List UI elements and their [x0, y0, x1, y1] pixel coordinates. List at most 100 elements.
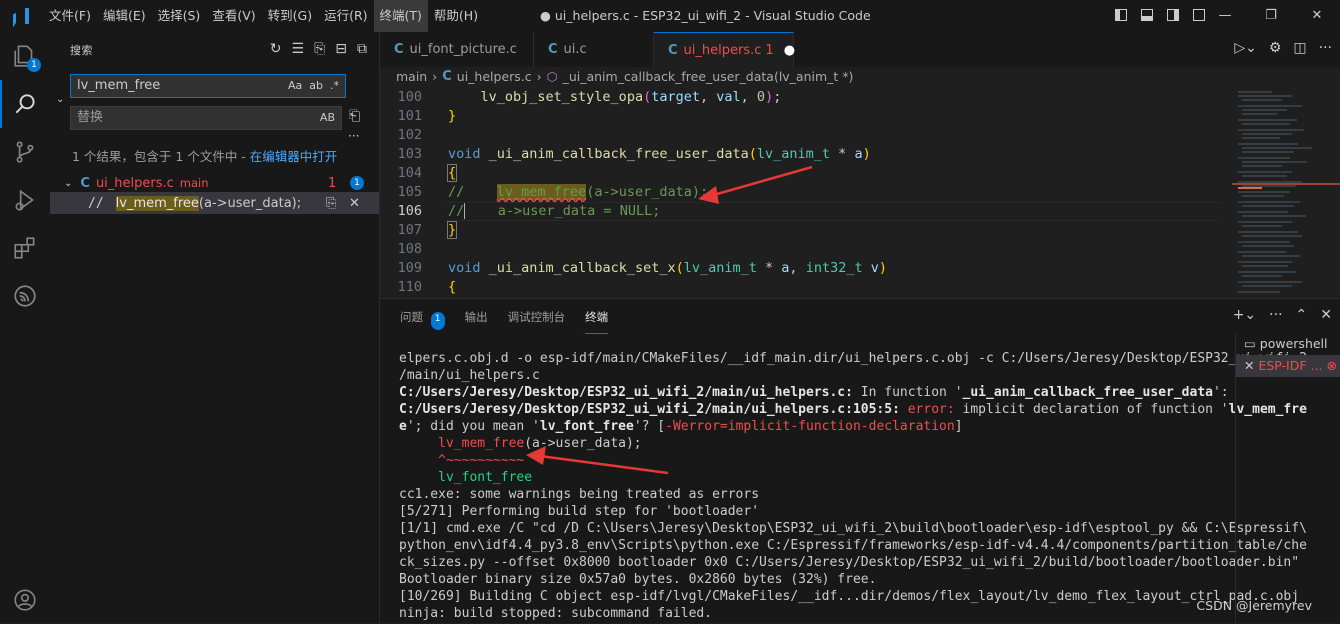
new-search-editor-icon[interactable]: ⎘ [314, 41, 325, 57]
view-as-tree-icon[interactable]: ⧉ [357, 41, 367, 57]
panel-actions: +⌄ ··· ⌃ ✕ [1233, 307, 1332, 323]
account-icon[interactable] [0, 576, 50, 624]
tab-problems[interactable]: 问题 1 [400, 309, 445, 334]
run-debug-icon[interactable] [0, 176, 50, 224]
expand-chevron-icon[interactable]: ⌄ [64, 178, 72, 189]
extensions-icon[interactable] [0, 224, 50, 272]
match-highlight: lv_mem_free [115, 195, 199, 211]
code-line-current: 106// a->user_data = NULL; [380, 202, 1220, 221]
code-line: 107} [397, 221, 458, 239]
code-line: 102 [397, 127, 422, 143]
activity-bar: 1 [0, 32, 50, 623]
breadcrumb-symbol[interactable]: _ui_anim_callback_free_user_data(lv_anim… [563, 69, 854, 84]
tab-ui-c[interactable]: Cui.c [534, 32, 654, 67]
clear-results-icon[interactable]: ☰ [292, 41, 305, 57]
more-options-icon[interactable]: ··· [348, 129, 359, 143]
menu-selection[interactable]: 选择(S) [152, 0, 207, 32]
menu-go[interactable]: 转到(G) [262, 0, 318, 32]
source-control-icon[interactable] [0, 128, 50, 176]
replace-match-icon[interactable]: ⎘ [326, 196, 336, 211]
split-editor-icon[interactable]: ◫ [1293, 40, 1306, 56]
explorer-icon[interactable]: 1 [0, 32, 50, 80]
problem-count: 1 [328, 175, 337, 191]
result-file-row[interactable]: ⌄ C ui_helpers.c main 1 1 [50, 172, 379, 194]
breadcrumb-folder[interactable]: main [396, 69, 427, 84]
use-regex-icon[interactable]: .* [330, 75, 339, 97]
refresh-icon[interactable]: ↻ [270, 41, 282, 57]
dismiss-match-icon[interactable]: ✕ [349, 196, 360, 211]
terminal-output[interactable]: elpers.c.obj.d -o esp-idf/main/CMakeFile… [399, 350, 1307, 622]
unsaved-dot-icon[interactable]: ● [784, 43, 795, 58]
breadcrumb-file[interactable]: ui_helpers.c [457, 69, 532, 84]
result-file-name: ui_helpers.c [95, 175, 174, 191]
run-debug-dropdown-icon[interactable]: ▷⌄ [1234, 40, 1257, 56]
vscode-logo-icon [13, 8, 29, 24]
breadcrumb-separator-icon: › [432, 69, 438, 84]
result-match-row[interactable]: // lv_mem_free (a->user_data); ⎘ ✕ [50, 192, 379, 214]
minimize-icon[interactable]: — [1202, 0, 1248, 32]
menu-file[interactable]: 文件(F) [43, 0, 97, 32]
code-line: 108 [397, 241, 422, 257]
code-line: 105// lv_mem_free(a->user_data); [397, 184, 709, 200]
search-input[interactable]: lv_mem_free Aa ab .* [70, 74, 346, 98]
sidebar-title: 搜索 [70, 44, 93, 57]
close-panel-icon[interactable]: ✕ [1320, 307, 1332, 323]
search-toolbar: ↻ ☰ ⎘ ⊟ ⧉ [270, 41, 367, 57]
tab-output[interactable]: 输出 [465, 309, 488, 334]
preserve-case-icon[interactable]: AB [320, 107, 335, 129]
breadcrumb: main › C ui_helpers.c › ⬡ _ui_anim_callb… [396, 69, 853, 84]
tab-debug-console[interactable]: 调试控制台 [508, 309, 566, 334]
watermark: CSDN @Jeremyrev [1196, 598, 1312, 613]
editor-tabs: Cui_font_picture.c Cui.c Cui_helpers.c 1 ● [380, 32, 1340, 67]
replace-input[interactable]: 替换 AB [70, 106, 342, 130]
terminal-item-esp-idf[interactable]: ✕ ESP-IDF ... ⊗ [1236, 355, 1340, 377]
espressif-icon[interactable] [0, 272, 50, 320]
more-actions-icon[interactable]: ··· [1269, 307, 1282, 323]
new-terminal-icon[interactable]: +⌄ [1233, 307, 1256, 323]
symbol-method-icon: ⬡ [546, 69, 558, 84]
terminal-item-powershell[interactable]: ▭ powershell [1236, 333, 1340, 355]
terminal-list: ▭ powershell ✕ ESP-IDF ... ⊗ [1235, 333, 1340, 623]
breadcrumb-separator-icon: › [536, 69, 542, 84]
maximize-panel-icon[interactable]: ⌃ [1296, 307, 1308, 323]
settings-gear-icon[interactable]: ⚙ [1269, 40, 1282, 56]
terminal-icon: ▭ [1244, 336, 1260, 351]
code-line: 103 void _ui_anim_callback_free_user_data… [397, 146, 871, 162]
tab-ui-helpers[interactable]: Cui_helpers.c 1 ● [654, 32, 795, 67]
toggle-panel-icon[interactable] [1141, 9, 1153, 21]
code-view[interactable]: 100 lv_obj_set_style_opa(target, val, 0)… [380, 88, 1220, 297]
editor-area: Cui_font_picture.c Cui.c Cui_helpers.c 1 ●… [380, 32, 1340, 298]
menu-bar: 文件(F) 编辑(E) 选择(S) 查看(V) 转到(G) 运行(R) 终端(T… [43, 0, 484, 32]
tab-ui-font-picture[interactable]: Cui_font_picture.c [380, 32, 534, 67]
restore-icon[interactable]: ❐ [1248, 0, 1294, 32]
open-in-editor-link[interactable]: 在编辑器中打开 [250, 149, 338, 164]
toggle-primary-sidebar-icon[interactable] [1115, 9, 1127, 21]
more-actions-icon[interactable]: ··· [1319, 40, 1332, 56]
close-window-icon[interactable]: ✕ [1294, 0, 1340, 32]
search-summary: 1 个结果，包含于 1 个文件中 - 在编辑器中打开 [72, 149, 338, 164]
toggle-secondary-sidebar-icon[interactable] [1167, 9, 1179, 21]
menu-help[interactable]: 帮助(H) [428, 0, 484, 32]
code-line: 101} [397, 108, 457, 124]
tools-icon: ✕ [1244, 358, 1259, 373]
search-icon[interactable] [0, 80, 50, 128]
terminal-error-icon: ⊗ [1326, 358, 1337, 373]
code-line: 109 void _ui_anim_callback_set_x(lv_anim_… [397, 260, 888, 276]
menu-view[interactable]: 查看(V) [206, 0, 261, 32]
menu-terminal[interactable]: 终端(T) [373, 0, 428, 32]
menu-run[interactable]: 运行(R) [318, 0, 373, 32]
match-whole-word-icon[interactable]: ab [309, 75, 323, 97]
menu-edit[interactable]: 编辑(E) [97, 0, 152, 32]
result-file-folder: main [179, 176, 209, 190]
layout-controls [1115, 9, 1205, 21]
match-count-badge: 1 [350, 176, 364, 190]
panel-tabs: 问题 1 输出 调试控制台 终端 [400, 309, 609, 334]
search-sidebar: 搜索 ↻ ☰ ⎘ ⊟ ⧉ ⌄ lv_mem_free Aa ab .* 替换 A… [50, 32, 380, 623]
minimap[interactable] [1232, 88, 1340, 298]
bottom-panel: 问题 1 输出 调试控制台 终端 +⌄ ··· ⌃ ✕ elpers.c.obj… [380, 298, 1340, 623]
collapse-all-icon[interactable]: ⊟ [335, 41, 347, 57]
replace-all-icon[interactable]: ⎗ [349, 108, 360, 124]
toggle-replace-chevron-icon[interactable]: ⌄ [56, 94, 64, 105]
tab-terminal[interactable]: 终端 [585, 309, 609, 334]
match-case-icon[interactable]: Aa [288, 75, 302, 97]
